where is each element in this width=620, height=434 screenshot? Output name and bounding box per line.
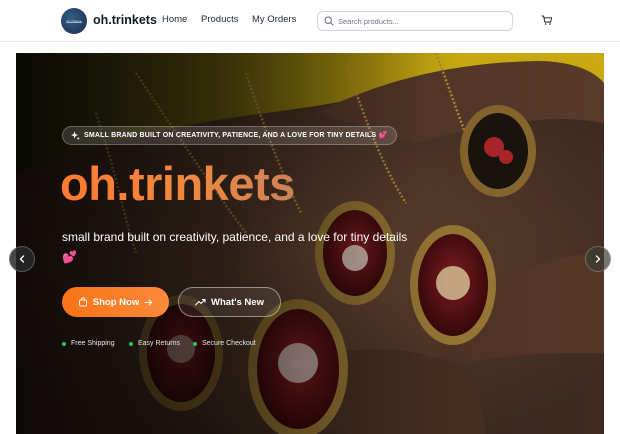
brand-logo[interactable]: oh.trinkets <box>61 8 87 34</box>
chevron-left-icon <box>19 255 25 263</box>
shopping-bag-icon <box>78 297 87 307</box>
status-dot <box>193 341 197 346</box>
nav-my-orders[interactable]: My Orders <box>252 14 296 25</box>
whats-new-label: What's New <box>211 296 264 308</box>
search-input[interactable] <box>338 14 508 28</box>
search-bar[interactable] <box>317 11 513 31</box>
status-dot <box>62 341 66 346</box>
carousel-prev-button[interactable] <box>9 246 35 272</box>
arrow-right-icon <box>144 298 153 306</box>
chevron-right-icon <box>595 255 601 263</box>
shop-now-label: Shop Now <box>92 296 140 308</box>
hero-banner: SMALL BRAND BUILT ON CREATIVITY, PATIENC… <box>16 53 604 434</box>
hero-title: oh.trinkets <box>60 153 295 215</box>
nav-products[interactable]: Products <box>201 14 239 25</box>
shop-now-button[interactable]: Shop Now <box>62 287 169 317</box>
status-dot <box>129 341 133 346</box>
brand-name[interactable]: oh.trinkets <box>93 13 157 27</box>
feature-easy-returns: Easy Returns <box>129 340 180 347</box>
sparkles-icon <box>71 131 80 140</box>
site-header: oh.trinkets oh.trinkets Home Products My… <box>0 0 620 42</box>
trending-up-icon <box>195 299 206 306</box>
hero-subtitle: small brand built on creativity, patienc… <box>62 230 408 264</box>
cart-icon[interactable] <box>541 14 553 26</box>
nav-home[interactable]: Home <box>162 14 187 25</box>
whats-new-button[interactable]: What's New <box>178 287 281 317</box>
feature-secure-checkout: Secure Checkout <box>193 340 256 347</box>
carousel-next-button[interactable] <box>585 246 611 272</box>
hero-badge: SMALL BRAND BUILT ON CREATIVITY, PATIENC… <box>62 126 398 145</box>
search-icon <box>324 16 334 26</box>
feature-free-shipping: Free Shipping <box>62 340 115 347</box>
hero-badge-text: SMALL BRAND BUILT ON CREATIVITY, PATIENC… <box>84 132 388 139</box>
